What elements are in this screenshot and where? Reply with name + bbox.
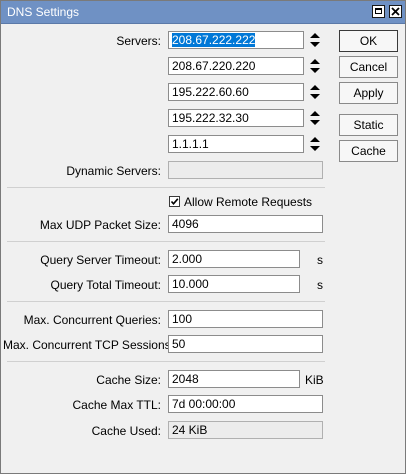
allow-remote-requests-checkbox[interactable]: [169, 196, 180, 207]
max-concurrent-tcp-sessions-label: Max. Concurrent TCP Sessions:: [3, 338, 174, 352]
server-field-1-value: 208.67.222.222: [172, 33, 256, 47]
server-1-updown-icon[interactable]: [308, 31, 322, 49]
cache-button[interactable]: Cache: [339, 140, 398, 162]
query-server-timeout-field[interactable]: 2.000: [168, 250, 300, 268]
apply-button[interactable]: Apply: [339, 82, 398, 104]
max-concurrent-queries-field[interactable]: 100: [168, 310, 323, 328]
server-field-3[interactable]: 195.222.60.60: [168, 83, 304, 101]
separator: [7, 187, 325, 188]
cache-size-label: Cache Size:: [96, 373, 161, 387]
cache-used-label: Cache Used:: [91, 424, 161, 438]
cache-max-ttl-field[interactable]: 7d 00:00:00: [168, 395, 323, 413]
query-total-timeout-label: Query Total Timeout:: [50, 278, 162, 292]
cache-max-ttl-label: Cache Max TTL:: [72, 398, 161, 412]
max-concurrent-queries-label: Max. Concurrent Queries:: [23, 313, 161, 327]
server-2-updown-icon[interactable]: [308, 57, 322, 75]
query-total-timeout-field[interactable]: 10.000: [168, 275, 300, 293]
static-button[interactable]: Static: [339, 114, 398, 136]
server-field-1[interactable]: 208.67.222.222: [168, 31, 304, 49]
titlebar[interactable]: DNS Settings: [1, 1, 405, 24]
separator: [7, 241, 325, 242]
separator: [7, 301, 325, 302]
query-server-timeout-label: Query Server Timeout:: [40, 253, 161, 267]
max-concurrent-tcp-sessions-field[interactable]: 50: [168, 335, 323, 353]
maximize-icon[interactable]: [372, 5, 385, 18]
server-field-2[interactable]: 208.67.220.220: [168, 57, 304, 75]
server-3-updown-icon[interactable]: [308, 83, 322, 101]
close-icon[interactable]: [389, 5, 402, 18]
dynamic-servers-field: [168, 161, 323, 179]
query-server-timeout-unit: s: [317, 253, 323, 267]
separator: [7, 361, 325, 362]
server-field-5[interactable]: 1.1.1.1: [168, 135, 304, 153]
checkmark-icon: [170, 198, 179, 206]
server-4-updown-icon[interactable]: [308, 109, 322, 127]
max-udp-packet-size-label: Max UDP Packet Size:: [39, 218, 161, 232]
server-field-4[interactable]: 195.222.32.30: [168, 109, 304, 127]
dns-settings-window: DNS Settings Servers: 208.67.222.222 208…: [0, 0, 406, 474]
cache-size-unit: KiB: [305, 373, 324, 387]
dynamic-servers-label: Dynamic Servers:: [66, 164, 161, 178]
allow-remote-requests-label[interactable]: Allow Remote Requests: [184, 195, 312, 209]
server-5-updown-icon[interactable]: [308, 135, 322, 153]
cache-used-field: 24 KiB: [168, 421, 323, 439]
servers-label: Servers:: [116, 34, 161, 48]
cache-size-field[interactable]: 2048: [168, 370, 300, 388]
cancel-button[interactable]: Cancel: [339, 56, 398, 78]
window-title: DNS Settings: [7, 5, 80, 19]
query-total-timeout-unit: s: [317, 278, 323, 292]
ok-button[interactable]: OK: [339, 30, 398, 52]
max-udp-packet-size-field[interactable]: 4096: [168, 215, 323, 233]
